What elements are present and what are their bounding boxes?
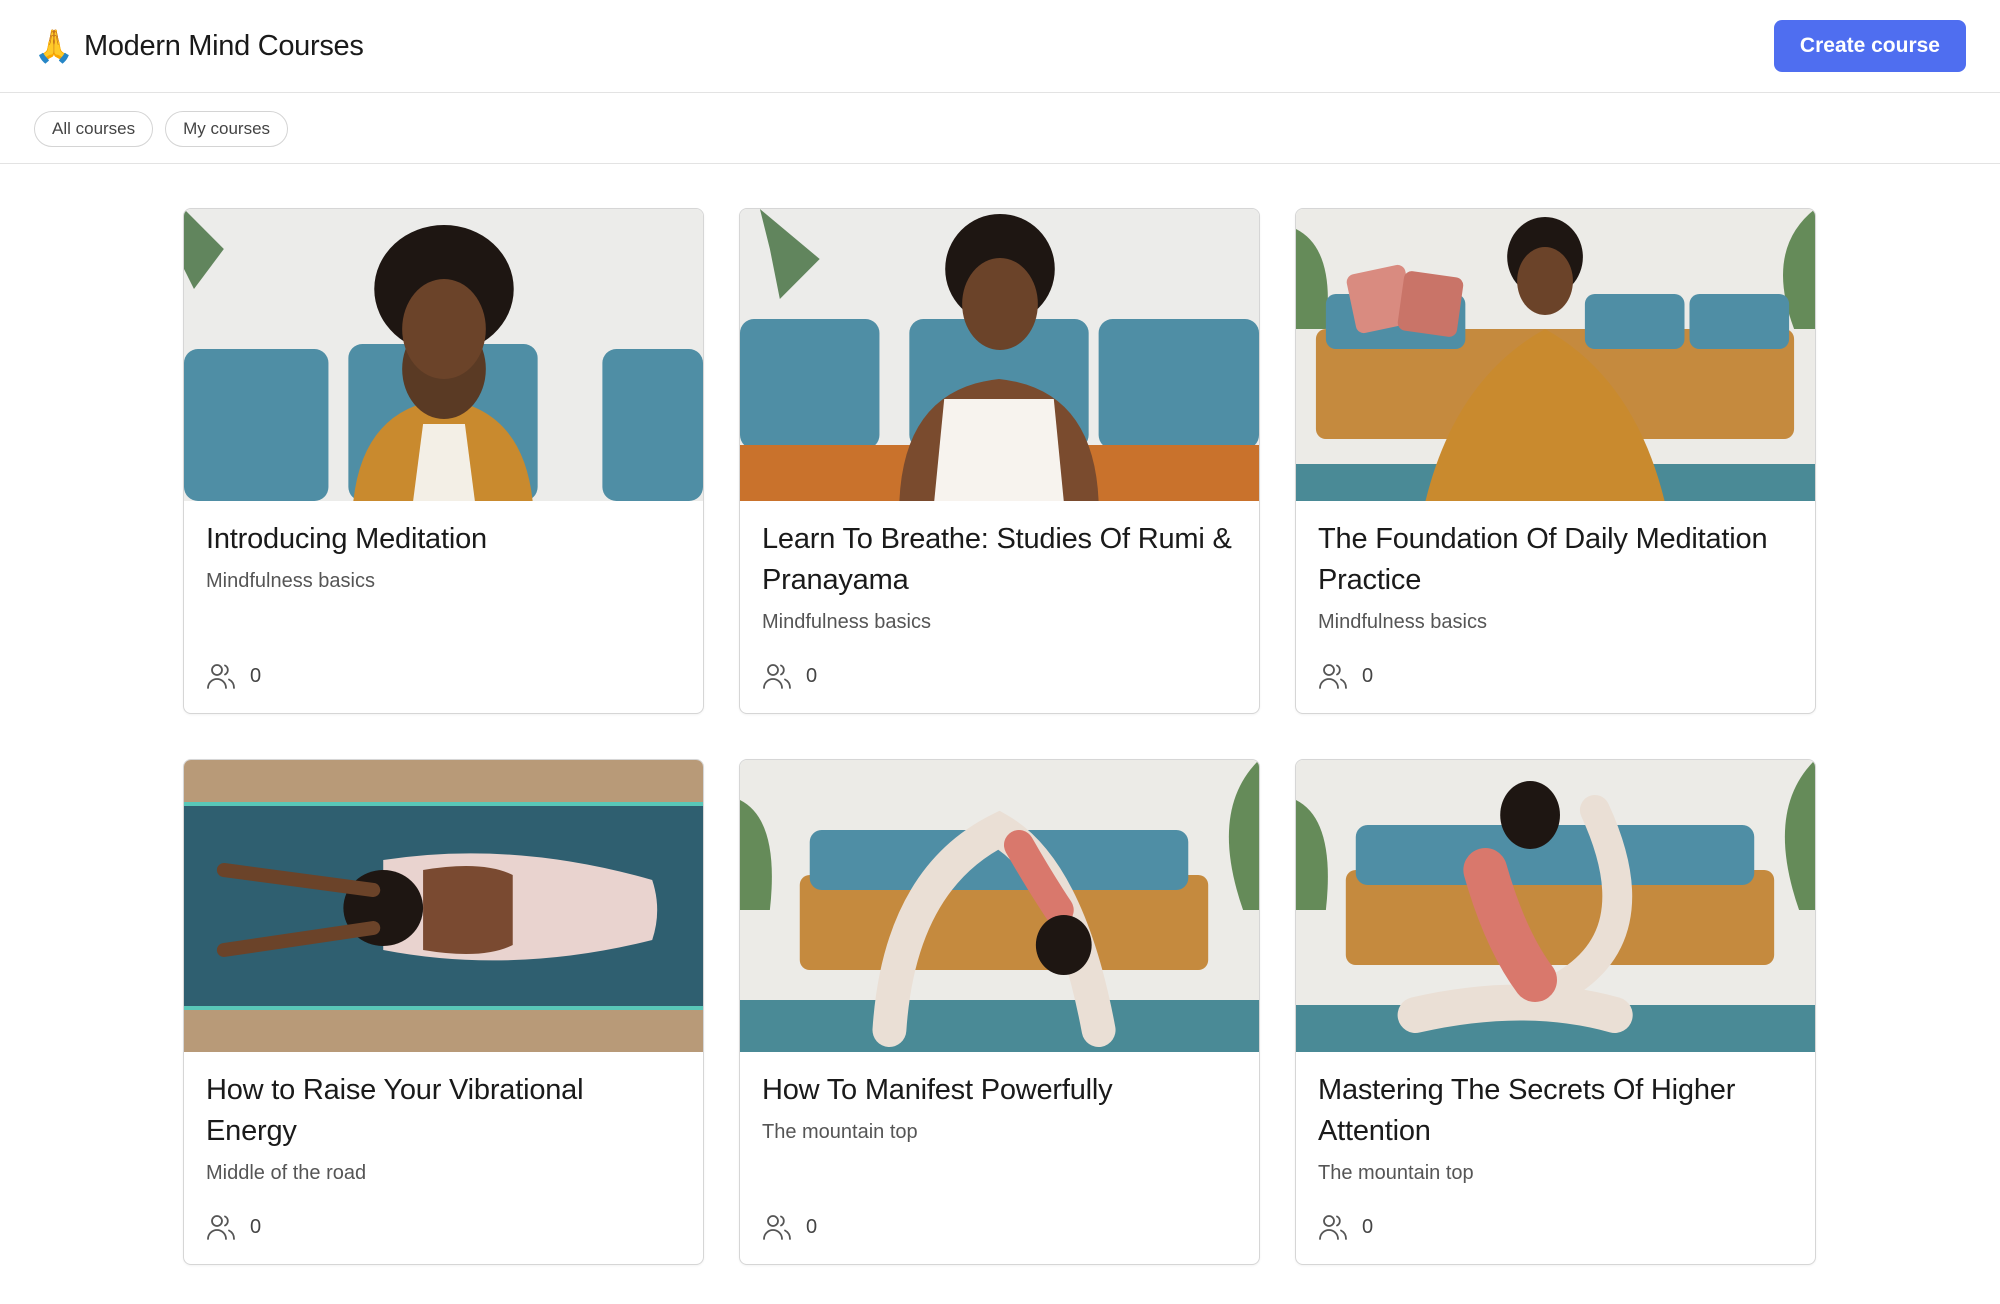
member-count: 0 [806, 1215, 818, 1238]
member-count: 0 [806, 664, 818, 687]
course-members: 0 [206, 1212, 681, 1242]
course-thumbnail [1296, 209, 1815, 501]
course-thumbnail [1296, 760, 1815, 1052]
course-title[interactable]: Mastering The Secrets Of Higher Attentio… [1318, 1070, 1793, 1152]
filter-my-courses[interactable]: My courses [165, 110, 289, 147]
member-count: 0 [250, 1215, 262, 1238]
app-title: Modern Mind Courses [84, 29, 364, 62]
course-card[interactable]: Introducing Meditation Mindfulness basic… [183, 208, 704, 714]
course-members: 0 [206, 661, 681, 691]
course-subtitle: Mindfulness basics [762, 611, 931, 633]
praying-hands-logo-icon: 🙏 [34, 28, 74, 64]
course-subtitle: The mountain top [762, 1121, 918, 1143]
users-icon [1319, 664, 1347, 689]
course-title[interactable]: How to Raise Your Vibrational Energy [206, 1070, 681, 1152]
course-grid: Introducing Meditation Mindfulness basic… [183, 208, 1816, 1265]
member-count: 0 [1362, 664, 1374, 687]
course-members: 0 [1318, 1212, 1793, 1242]
course-title[interactable]: Introducing Meditation [206, 519, 681, 560]
course-title[interactable]: Learn To Breathe: Studies Of Rumi & Pran… [762, 519, 1237, 601]
course-thumbnail [740, 209, 1259, 501]
filter-all-courses[interactable]: All courses [34, 110, 154, 147]
users-icon [207, 1215, 235, 1240]
course-card[interactable]: The Foundation Of Daily Meditation Pract… [1295, 208, 1816, 714]
course-subtitle: Middle of the road [206, 1162, 367, 1184]
course-title[interactable]: The Foundation Of Daily Meditation Pract… [1318, 519, 1793, 601]
course-card[interactable]: How To Manifest Powerfully The mountain … [739, 759, 1260, 1265]
course-card[interactable]: Mastering The Secrets Of Higher Attentio… [1295, 759, 1816, 1265]
course-card[interactable]: How to Raise Your Vibrational Energy Mid… [183, 759, 704, 1265]
app-header: 🙏 Modern Mind Courses Create course [0, 0, 2000, 93]
users-icon [763, 1215, 791, 1240]
course-members: 0 [1318, 661, 1793, 691]
users-icon [207, 664, 235, 689]
course-thumbnail [740, 760, 1259, 1052]
member-count: 0 [1362, 1215, 1374, 1238]
filter-bar: All courses My courses [0, 94, 2000, 164]
brand[interactable]: 🙏 Modern Mind Courses [34, 30, 364, 63]
create-course-button[interactable]: Create course [1773, 20, 1966, 72]
users-icon [763, 664, 791, 689]
course-subtitle: Mindfulness basics [1318, 611, 1487, 633]
course-subtitle: Mindfulness basics [206, 570, 375, 592]
course-members: 0 [762, 1212, 1237, 1242]
course-title[interactable]: How To Manifest Powerfully [762, 1070, 1237, 1111]
course-card[interactable]: Learn To Breathe: Studies Of Rumi & Pran… [739, 208, 1260, 714]
course-members: 0 [762, 661, 1237, 691]
course-thumbnail [184, 209, 703, 501]
course-thumbnail [184, 760, 703, 1052]
member-count: 0 [250, 664, 262, 687]
course-subtitle: The mountain top [1318, 1162, 1474, 1184]
users-icon [1319, 1215, 1347, 1240]
